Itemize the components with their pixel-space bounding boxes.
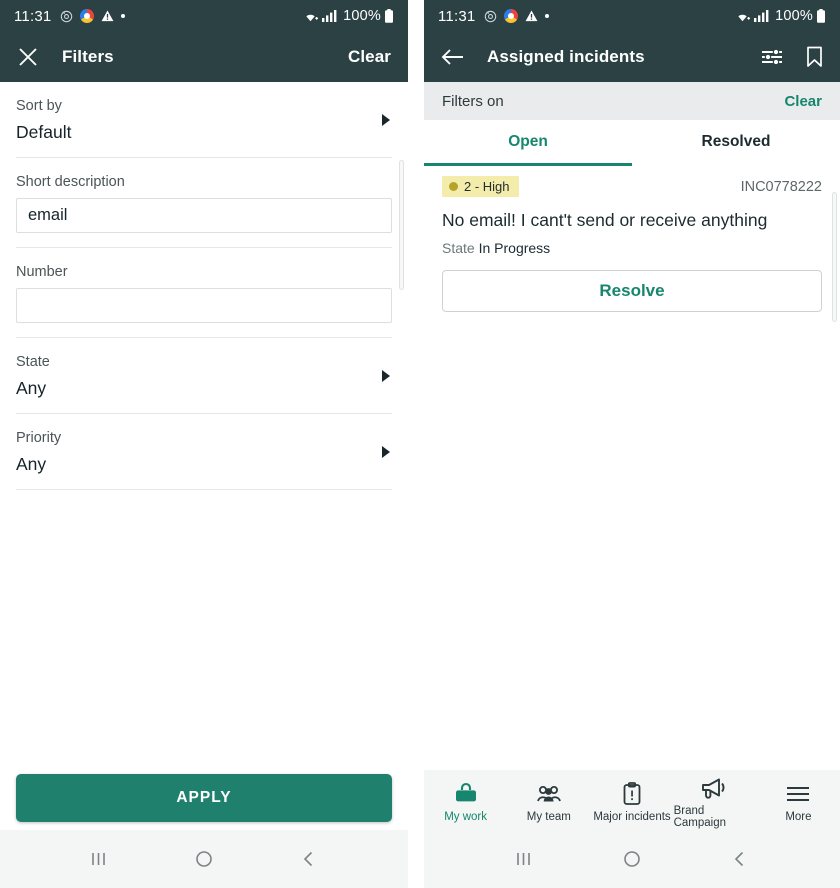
field-label-state: State (16, 354, 50, 370)
field-state[interactable]: State Any (16, 338, 392, 414)
nav-brand-campaign[interactable]: Brand Campaign (674, 776, 757, 829)
dot-icon (121, 14, 126, 18)
incident-state-value: In Progress (478, 240, 551, 256)
status-bar-incidents: 11:31 100% (424, 0, 840, 32)
bookmark-icon[interactable] (806, 46, 823, 68)
page-title: Filters (62, 47, 114, 66)
field-label-number: Number (16, 264, 68, 280)
status-bar-time: 11:31 (438, 7, 476, 25)
back-arrow-icon[interactable] (441, 47, 464, 67)
filters-app-bar: Filters Clear (0, 32, 408, 82)
dot-icon (545, 14, 550, 18)
megaphone-icon (700, 776, 730, 800)
wifi-plus-icon (302, 9, 319, 23)
field-value-priority: Any (16, 454, 47, 474)
recents-icon[interactable] (89, 849, 109, 869)
nav-label-more: More (785, 810, 812, 823)
filters-form: Sort by Default Short description email … (0, 82, 408, 490)
tab-resolved[interactable]: Resolved (632, 120, 840, 166)
home-circle-icon[interactable] (194, 849, 214, 869)
nav-my-work[interactable]: My work (424, 782, 507, 823)
incidents-scrollbar[interactable] (832, 192, 837, 322)
nav-my-team[interactable]: My team (507, 782, 590, 823)
status-bar-filters: 11:31 100% (0, 0, 408, 32)
people-group-icon (535, 782, 563, 806)
chevron-right-icon (382, 445, 390, 458)
clear-filters-link[interactable]: Clear (784, 93, 822, 110)
field-number: Number (16, 248, 392, 338)
close-icon[interactable] (17, 46, 39, 68)
tab-open[interactable]: Open (424, 120, 632, 166)
battery-full-icon (384, 8, 394, 24)
incident-title: No email! I cant't send or receive anyth… (442, 210, 768, 230)
assigned-incidents-screen: 11:31 100% Assigned incidents Filters on… (424, 0, 840, 888)
back-chevron-icon[interactable] (730, 849, 750, 869)
chevron-right-icon (382, 369, 390, 382)
clipboard-alert-icon (622, 781, 642, 806)
battery-full-icon (816, 8, 826, 24)
nav-more[interactable]: More (757, 782, 840, 823)
priority-badge: 2 - High (442, 176, 519, 197)
nav-label-my-work: My work (444, 810, 487, 823)
home-circle-icon[interactable] (622, 849, 642, 869)
chevron-right-icon (382, 113, 390, 126)
alarm-icon (484, 10, 497, 23)
field-label-short-description: Short description (16, 174, 125, 190)
incident-card[interactable]: 2 - High INC0778222 No email! I cant't s… (424, 166, 840, 328)
incident-tabs: Open Resolved (424, 120, 840, 166)
nav-label-brand-campaign: Brand Campaign (673, 804, 727, 829)
nav-label-my-team: My team (526, 810, 571, 823)
cellular-signal-icon (754, 9, 769, 23)
resolve-button[interactable]: Resolve (442, 270, 822, 312)
battery-percent-label: 100% (775, 8, 813, 24)
incident-state: State In Progress (442, 240, 822, 256)
status-bar-time: 11:31 (14, 7, 52, 25)
clear-filters-button[interactable]: Clear (348, 47, 391, 67)
cellular-signal-icon (322, 9, 337, 23)
incidents-app-bar: Assigned incidents (424, 32, 840, 82)
incident-number: INC0778222 (740, 178, 822, 195)
android-nav-bar-left (0, 830, 408, 888)
recents-icon[interactable] (514, 849, 534, 869)
page-title: Assigned incidents (487, 47, 645, 66)
priority-label: 2 - High (464, 179, 510, 194)
nav-label-major-incidents: Major incidents (593, 810, 671, 823)
field-value-state: Any (16, 378, 47, 398)
chrome-icon (80, 9, 95, 23)
wifi-plus-icon (734, 9, 751, 23)
warning-icon (101, 10, 114, 22)
apply-button[interactable]: APPLY (16, 774, 392, 822)
filter-sliders-icon[interactable] (761, 47, 784, 67)
field-priority[interactable]: Priority Any (16, 414, 392, 490)
warning-icon (525, 10, 538, 22)
short-description-input[interactable]: email (16, 198, 392, 233)
incident-state-label: State (442, 240, 475, 256)
battery-percent-label: 100% (343, 8, 381, 24)
field-value-sort-by: Default (16, 122, 72, 142)
filters-on-bar: Filters on Clear (424, 82, 840, 120)
alarm-icon (60, 10, 73, 23)
filters-scrollbar[interactable] (399, 160, 404, 290)
android-nav-bar-right (424, 830, 840, 888)
chrome-icon (504, 9, 519, 23)
bottom-navigation: My work My team Major incidents Brand Ca… (424, 770, 840, 830)
number-input[interactable] (16, 288, 392, 323)
priority-dot-icon (449, 182, 458, 191)
field-short-description: Short description email (16, 158, 392, 248)
field-sort-by[interactable]: Sort by Default (16, 82, 392, 158)
briefcase-icon (453, 782, 479, 806)
field-label-sort-by: Sort by (16, 98, 62, 114)
nav-major-incidents[interactable]: Major incidents (590, 781, 673, 823)
back-chevron-icon[interactable] (299, 849, 319, 869)
filters-screen: 11:31 100% Filters Clear Sort by Default… (0, 0, 408, 888)
filters-on-label: Filters on (442, 92, 504, 110)
field-label-priority: Priority (16, 430, 62, 446)
hamburger-menu-icon (785, 782, 811, 806)
